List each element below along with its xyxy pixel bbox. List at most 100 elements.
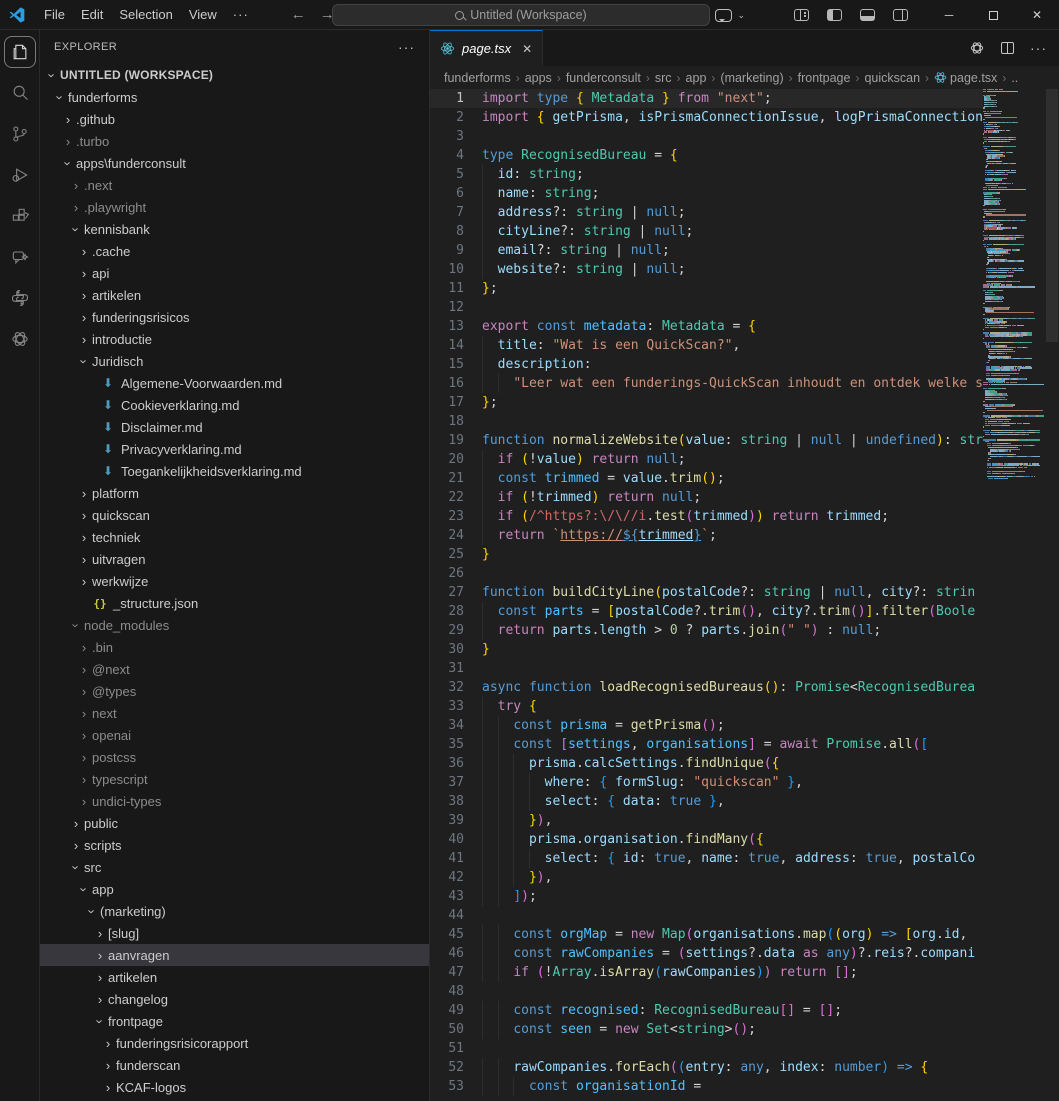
code-line[interactable]: 53 const organisationId = [430, 1077, 983, 1096]
explorer-icon[interactable] [4, 36, 36, 68]
tree-item--marketing-[interactable]: ›(marketing) [40, 900, 429, 922]
tree-item-undici-types[interactable]: ›undici-types [40, 790, 429, 812]
chevron-right-icon[interactable]: › [76, 728, 92, 743]
menu-view[interactable]: View [181, 4, 225, 26]
tree-item--slug-[interactable]: ›[slug] [40, 922, 429, 944]
breadcrumb-item--[interactable]: .. [1011, 71, 1018, 85]
chat-icon[interactable] [4, 241, 36, 273]
code-line[interactable]: 52 rawCompanies.forEach((entry: any, ind… [430, 1058, 983, 1077]
breadcrumb-item-src[interactable]: src [655, 71, 672, 85]
code-line[interactable]: 40 prisma.organisation.findMany({ [430, 830, 983, 849]
chevron-right-icon[interactable]: › [76, 530, 92, 545]
code-line[interactable]: 48 [430, 982, 983, 1001]
tab-close-icon[interactable]: ✕ [522, 42, 532, 56]
code-line[interactable]: 2import { getPrisma, isPrismaConnectionI… [430, 108, 983, 127]
code-line[interactable]: 33 try { [430, 697, 983, 716]
menu-file[interactable]: File [36, 4, 73, 26]
code-line[interactable]: 29 return parts.length > 0 ? parts.join(… [430, 621, 983, 640]
python-icon[interactable] [4, 282, 36, 314]
chevron-right-icon[interactable]: › [100, 1036, 116, 1051]
code-line[interactable]: 41 select: { id: true, name: true, addre… [430, 849, 983, 868]
customize-layout-icon[interactable] [794, 9, 809, 21]
tree-item-introductie[interactable]: ›introductie [40, 328, 429, 350]
code-line[interactable]: 43 ]); [430, 887, 983, 906]
tree-item--types[interactable]: ›@types [40, 680, 429, 702]
chevron-right-icon[interactable]: › [68, 178, 84, 193]
tree-item-quickscan[interactable]: ›quickscan [40, 504, 429, 526]
tree-item-untitled-workspace-[interactable]: ›UNTITLED (WORKSPACE) [40, 64, 429, 86]
breadcrumb-item-funderconsult[interactable]: funderconsult [566, 71, 641, 85]
chevron-right-icon[interactable]: › [76, 332, 92, 347]
chevron-right-icon[interactable]: › [60, 112, 76, 127]
chevron-right-icon[interactable]: › [76, 508, 92, 523]
chevron-right-icon[interactable]: › [68, 200, 84, 215]
code-line[interactable]: 50 const seen = new Set<string>(); [430, 1020, 983, 1039]
tree-item-cookieverklaring-md[interactable]: ⬇Cookieverklaring.md [40, 394, 429, 416]
code-line[interactable]: 16 "Leer wat een funderings-QuickScan in… [430, 374, 983, 393]
chevron-right-icon[interactable]: › [76, 794, 92, 809]
copilot-chat-icon[interactable] [715, 9, 732, 22]
menu-selection[interactable]: Selection [111, 4, 180, 26]
tree-item--bin[interactable]: ›.bin [40, 636, 429, 658]
split-editor-icon[interactable] [1001, 42, 1014, 54]
chevron-right-icon[interactable]: › [92, 948, 108, 963]
code-line[interactable]: 36 prisma.calcSettings.findUnique({ [430, 754, 983, 773]
code-line[interactable]: 7 address?: string | null; [430, 203, 983, 222]
breadcrumb-item-app[interactable]: app [686, 71, 707, 85]
tree-item--cache[interactable]: ›.cache [40, 240, 429, 262]
code-line[interactable]: 24 return `https://${trimmed}`; [430, 526, 983, 545]
extensions-icon[interactable] [4, 200, 36, 232]
code-line[interactable]: 6 name: string; [430, 184, 983, 203]
chevron-down-icon[interactable]: › [53, 89, 68, 105]
chevron-down-icon[interactable]: › [69, 617, 84, 633]
chevron-right-icon[interactable]: › [76, 574, 92, 589]
tree-item--structure-json[interactable]: {}_structure.json [40, 592, 429, 614]
menu-edit[interactable]: Edit [73, 4, 111, 26]
chevron-right-icon[interactable]: › [76, 266, 92, 281]
tree-item--next[interactable]: ›.next [40, 174, 429, 196]
tree-item-frontpage[interactable]: ›frontpage [40, 1010, 429, 1032]
breadcrumb-item-funderforms[interactable]: funderforms [444, 71, 511, 85]
editor-more-actions-icon[interactable]: ··· [1030, 40, 1047, 56]
chevron-right-icon[interactable]: › [68, 816, 84, 831]
code-line[interactable]: 47 if (!Array.isArray(rawCompanies)) ret… [430, 963, 983, 982]
chevron-down-icon[interactable]: › [69, 221, 84, 237]
tree-item-postcss[interactable]: ›postcss [40, 746, 429, 768]
chevron-down-icon[interactable]: › [45, 67, 60, 83]
chevron-down-icon[interactable]: › [61, 155, 76, 171]
code-line[interactable]: 18 [430, 412, 983, 431]
menu-overflow-button[interactable]: ··· [225, 7, 257, 22]
code-line[interactable]: 25} [430, 545, 983, 564]
tree-item-privacyverklaring-md[interactable]: ⬇Privacyverklaring.md [40, 438, 429, 460]
chevron-right-icon[interactable]: › [76, 288, 92, 303]
code-line[interactable]: 26 [430, 564, 983, 583]
code-line[interactable]: 45 const orgMap = new Map(organisations.… [430, 925, 983, 944]
search-icon[interactable] [4, 77, 36, 109]
source-control-icon[interactable] [4, 118, 36, 150]
tree-item--next[interactable]: ›@next [40, 658, 429, 680]
code-line[interactable]: 19function normalizeWebsite(value: strin… [430, 431, 983, 450]
tree-item-werkwijze[interactable]: ›werkwijze [40, 570, 429, 592]
tree-item-techniek[interactable]: ›techniek [40, 526, 429, 548]
tree-item-algemene-voorwaarden-md[interactable]: ⬇Algemene-Voorwaarden.md [40, 372, 429, 394]
code-line[interactable]: 46 const rawCompanies = (settings?.data … [430, 944, 983, 963]
tree-item-changelog[interactable]: ›changelog [40, 988, 429, 1010]
tree-item-funderingsrisicorapport[interactable]: ›funderingsrisicorapport [40, 1032, 429, 1054]
code-line[interactable]: 20 if (!value) return null; [430, 450, 983, 469]
chevron-down-icon[interactable]: › [77, 353, 92, 369]
tree-item-platform[interactable]: ›platform [40, 482, 429, 504]
chevron-right-icon[interactable]: › [92, 970, 108, 985]
code-line[interactable]: 34 const prisma = getPrisma(); [430, 716, 983, 735]
tree-item-apps-funderconsult[interactable]: ›apps\funderconsult [40, 152, 429, 174]
chevron-right-icon[interactable]: › [92, 992, 108, 1007]
chevron-right-icon[interactable]: › [76, 310, 92, 325]
tree-item-kcaf-logos[interactable]: ›KCAF-logos [40, 1076, 429, 1098]
tree-item-juridisch[interactable]: ›Juridisch [40, 350, 429, 372]
code-line[interactable]: 38 select: { data: true }, [430, 792, 983, 811]
code-line[interactable]: 23 if (/^https?:\/\//i.test(trimmed)) re… [430, 507, 983, 526]
code-line[interactable]: 10 website?: string | null; [430, 260, 983, 279]
tree-item-funderforms[interactable]: ›funderforms [40, 86, 429, 108]
tree-item-uitvragen[interactable]: ›uitvragen [40, 548, 429, 570]
tree-item-disclaimer-md[interactable]: ⬇Disclaimer.md [40, 416, 429, 438]
chevron-down-icon[interactable]: › [69, 859, 84, 875]
